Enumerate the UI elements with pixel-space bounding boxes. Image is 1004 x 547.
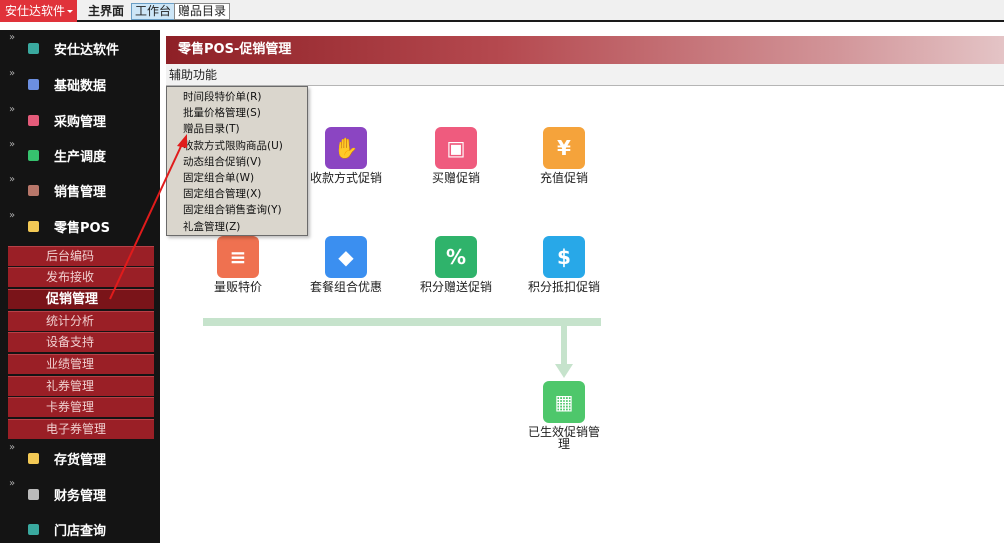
menu-item-gift-box[interactable]: 礼盒管理(Z) bbox=[167, 219, 307, 235]
yellow-square-icon bbox=[28, 221, 39, 232]
tile-points-deduct[interactable]: $ 积分抵扣促销 bbox=[524, 236, 604, 293]
hand-coin-icon: ✋ bbox=[325, 127, 367, 169]
tile-points-gift[interactable]: % 积分赠送促销 bbox=[416, 236, 496, 293]
chevron-right-icon: » bbox=[9, 68, 16, 79]
tile-active-promotion-mgmt[interactable]: ▦ 已生效促销管理 bbox=[524, 381, 604, 450]
flow-connector-vertical bbox=[561, 326, 567, 366]
menu-item-fixed-combo-mgmt[interactable]: 固定组合管理(X) bbox=[167, 186, 307, 202]
tab-workbench[interactable]: 工作台 bbox=[131, 3, 176, 20]
sidebar-item-label: 存货管理 bbox=[54, 453, 107, 468]
tile-label: 收款方式促销 bbox=[309, 171, 382, 185]
sidebar-item-retail-pos[interactable]: » 零售POS bbox=[0, 208, 160, 244]
tile-label: 套餐组合优惠 bbox=[309, 280, 382, 294]
sidebar-sub-device-support[interactable]: 设备支持 bbox=[8, 332, 154, 352]
sidebar-item-label: 财务管理 bbox=[54, 489, 107, 504]
chevron-right-icon: » bbox=[9, 104, 16, 115]
chevron-right-icon: » bbox=[9, 442, 16, 453]
teal-square-icon bbox=[28, 43, 39, 54]
database-icon: ≡ bbox=[217, 236, 259, 278]
menu-bar: 辅助功能 bbox=[166, 64, 1004, 86]
tile-bulk-special[interactable]: ≡ 量贩特价 bbox=[198, 236, 278, 293]
gift-icon: ▣ bbox=[435, 127, 477, 169]
sidebar-item-finance[interactable]: » 财务管理 bbox=[0, 476, 160, 512]
tile-label: 积分赠送促销 bbox=[419, 280, 492, 294]
sidebar-sub-gift-voucher[interactable]: 礼券管理 bbox=[8, 376, 154, 396]
percent-badge-icon: % bbox=[435, 236, 477, 278]
blue-square-icon bbox=[28, 79, 39, 90]
calendar-clock-icon: ▦ bbox=[543, 381, 585, 423]
sidebar-sub-performance[interactable]: 业绩管理 bbox=[8, 354, 154, 374]
sidebar-item-label: 基础数据 bbox=[54, 79, 107, 94]
sidebar-item-label: 安仕达软件 bbox=[54, 43, 120, 58]
teal-square-icon bbox=[28, 524, 39, 535]
tile-recharge-promotion[interactable]: ¥ 充值促销 bbox=[524, 127, 604, 184]
sidebar-item-label: 采购管理 bbox=[54, 115, 107, 130]
tile-label: 充值促销 bbox=[539, 171, 588, 185]
sidebar-item-purchasing[interactable]: » 采购管理 bbox=[0, 102, 160, 138]
cash-hand-icon: $ bbox=[543, 236, 585, 278]
app-brand-menu[interactable]: 安仕达软件 bbox=[0, 0, 77, 22]
sidebar: » 安仕达软件 » 基础数据 » 采购管理 » 生产调度 » 销售管理 » 零售… bbox=[0, 30, 160, 543]
sidebar-sub-promotion-mgmt[interactable]: 促销管理 bbox=[8, 289, 154, 309]
sidebar-item-basic-data[interactable]: » 基础数据 bbox=[0, 66, 160, 102]
menu-item-gift-catalog[interactable]: 赠品目录(T) bbox=[167, 121, 307, 137]
sidebar-item-label: 生产调度 bbox=[54, 150, 107, 165]
menu-item-payment-limit[interactable]: 收款方式限购商品(U) bbox=[167, 138, 307, 154]
sidebar-item-store-query[interactable]: » 门店查询 bbox=[0, 511, 160, 547]
auxiliary-dropdown-menu: 时间段特价单(R) 批量价格管理(S) 赠品目录(T) 收款方式限购商品(U) … bbox=[166, 86, 308, 236]
coins-card-icon: ¥ bbox=[543, 127, 585, 169]
tile-combo-discount[interactable]: ◆ 套餐组合优惠 bbox=[306, 236, 386, 293]
tile-payment-promotion[interactable]: ✋ 收款方式促销 bbox=[306, 127, 386, 184]
chevron-right-icon: » bbox=[9, 478, 16, 489]
menu-item-time-special-price[interactable]: 时间段特价单(R) bbox=[167, 89, 307, 105]
sidebar-item-anshida[interactable]: » 安仕达软件 bbox=[0, 30, 160, 66]
tile-label: 买赠促销 bbox=[431, 171, 480, 185]
menu-item-batch-price[interactable]: 批量价格管理(S) bbox=[167, 105, 307, 121]
tile-label: 量贩特价 bbox=[213, 280, 262, 294]
sidebar-item-label: 零售POS bbox=[54, 221, 110, 236]
menu-item-dynamic-combo[interactable]: 动态组合促销(V) bbox=[167, 154, 307, 170]
tile-label: 已生效促销管理 bbox=[527, 425, 600, 451]
menu-item-fixed-combo-query[interactable]: 固定组合销售查询(Y) bbox=[167, 202, 307, 218]
flow-connector-horizontal bbox=[203, 318, 601, 326]
sidebar-sub-backend-code[interactable]: 后台编码 bbox=[8, 246, 154, 266]
gray-square-icon bbox=[28, 489, 39, 500]
sidebar-item-production[interactable]: » 生产调度 bbox=[0, 137, 160, 173]
tab-gift-catalog[interactable]: 赠品目录 bbox=[174, 3, 231, 20]
sidebar-item-sales[interactable]: » 销售管理 bbox=[0, 172, 160, 208]
chevron-right-icon: » bbox=[9, 32, 16, 43]
menu-auxiliary-functions[interactable]: 辅助功能 bbox=[169, 68, 217, 82]
sidebar-item-inventory[interactable]: » 存货管理 bbox=[0, 440, 160, 476]
sidebar-sub-statistics[interactable]: 统计分析 bbox=[8, 311, 154, 331]
menu-item-fixed-combo-order[interactable]: 固定组合单(W) bbox=[167, 170, 307, 186]
sidebar-sub-e-voucher[interactable]: 电子券管理 bbox=[8, 419, 154, 439]
tile-buy-gift-promotion[interactable]: ▣ 买赠促销 bbox=[416, 127, 496, 184]
sidebar-sub-publish-receive[interactable]: 发布接收 bbox=[8, 267, 154, 287]
panel-title: 零售POS-促销管理 bbox=[166, 36, 1004, 64]
chevron-right-icon: » bbox=[9, 139, 16, 150]
flow-arrow-down-icon bbox=[555, 364, 573, 378]
cubes-icon: ◆ bbox=[325, 236, 367, 278]
sidebar-sub-card-voucher[interactable]: 卡券管理 bbox=[8, 397, 154, 417]
top-bar: 安仕达软件 主界面 工作台 赠品目录 bbox=[0, 0, 1004, 22]
chevron-down-icon: » bbox=[9, 210, 16, 221]
sidebar-item-label: 门店查询 bbox=[54, 524, 107, 539]
chevron-right-icon: » bbox=[9, 174, 16, 185]
tab-main[interactable]: 主界面 bbox=[84, 3, 129, 20]
yellow-square-icon bbox=[28, 453, 39, 464]
tile-label: 积分抵扣促销 bbox=[527, 280, 600, 294]
green-square-icon bbox=[28, 150, 39, 161]
brown-square-icon bbox=[28, 185, 39, 196]
pink-square-icon bbox=[28, 115, 39, 126]
sidebar-item-label: 销售管理 bbox=[54, 185, 107, 200]
